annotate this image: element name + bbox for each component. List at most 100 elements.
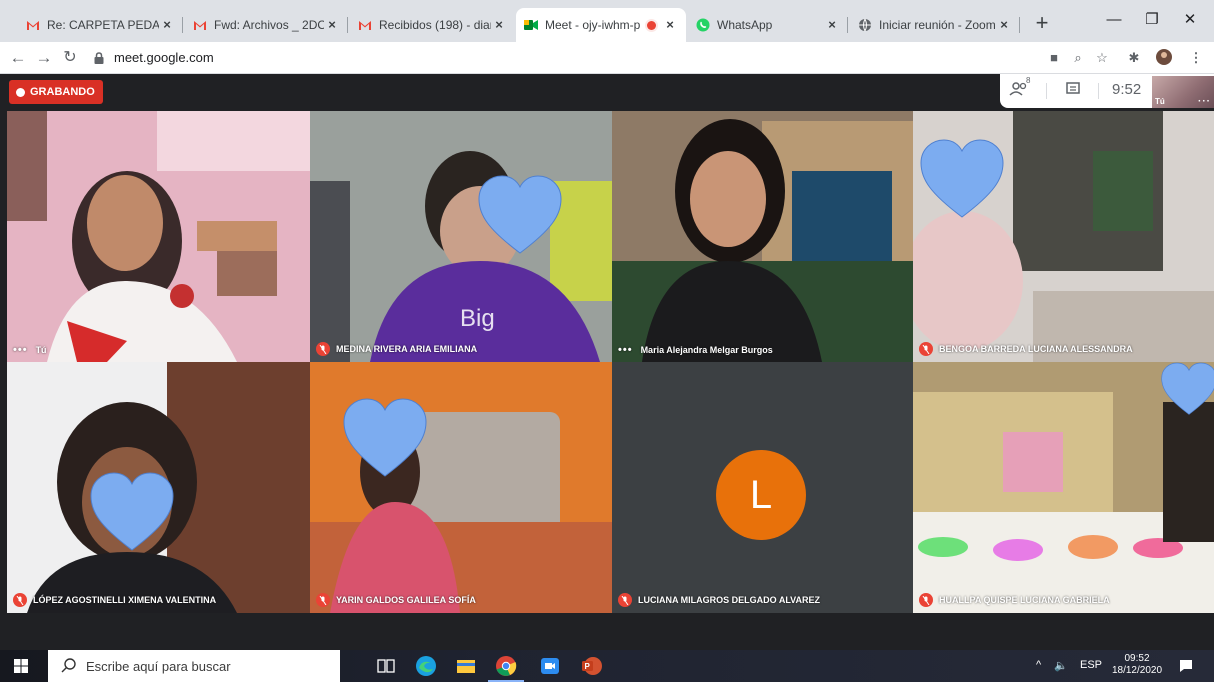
chrome-icon[interactable] [494,654,518,678]
forward-button[interactable]: → [32,46,56,70]
meet-top-controls: 8 9:52 Tú ··· [1000,74,1214,108]
tab-gmail-recibidos[interactable]: Recibidos (198) - diana × [350,8,515,42]
new-tab-button[interactable]: + [1028,10,1056,38]
language-indicator[interactable]: ESP [1080,659,1102,671]
tab-separator [347,17,348,33]
participant-tile[interactable]: YARIN GALDOS GALILEA SOFÍA [310,362,612,613]
url-field[interactable]: meet.google.com [114,50,214,65]
participant-name: YARIN GALDOS GALILEA SOFÍA [316,593,476,607]
close-window-button[interactable]: ✕ [1172,6,1208,34]
heart-icon [343,398,427,477]
avatar: L [716,450,806,540]
video-frame [7,111,310,362]
tab-meet[interactable]: Meet - ojy-iwhm-p × [516,8,686,42]
search-placeholder: Escribe aquí para buscar [86,659,231,674]
restore-button[interactable]: ❐ [1134,6,1170,34]
edge-icon[interactable] [414,654,438,678]
taskbar-search[interactable]: Escribe aquí para buscar [48,650,340,682]
participant-name-text: BENGOA BARREDA LUCIANA ALESSANDRA [939,344,1133,354]
participant-name-text: LÓPEZ AGOSTINELLI XIMENA VALENTINA [33,595,217,605]
back-button[interactable]: ← [6,46,30,70]
menu-icon[interactable]: ⋮ [1186,48,1206,68]
more-options-icon[interactable]: ··· [1198,96,1211,107]
tab-separator [847,17,848,33]
gmail-icon [193,18,207,32]
tab-gmail-fwd[interactable]: Fwd: Archivos _ 2DO. F × [185,8,348,42]
close-icon[interactable]: × [996,17,1012,33]
notifications-icon[interactable] [1178,658,1194,674]
recording-badge: GRABANDO [9,80,103,104]
participant-tile[interactable]: Big MEDINA RIVERA ARIA EMILIANA [310,111,612,362]
mic-off-icon [316,593,330,607]
video-frame [612,111,913,362]
participant-name: HUALLPA QUISPE LUCIANA GABRIELA [919,593,1110,607]
participant-tile[interactable]: LÓPEZ AGOSTINELLI XIMENA VALENTINA [7,362,310,613]
tab-zoom[interactable]: Iniciar reunión - Zoom × [850,8,1020,42]
divider [1046,83,1047,99]
file-explorer-icon[interactable] [454,654,478,678]
participant-tile[interactable]: BENGOA BARREDA LUCIANA ALESSANDRA [913,111,1214,362]
more-options-icon[interactable]: ••• [618,344,633,356]
participant-tile[interactable]: ••• Tú [7,111,310,362]
close-icon[interactable]: × [159,17,175,33]
whatsapp-icon [696,18,710,32]
mic-off-icon [919,342,933,356]
more-options-icon[interactable]: ••• [13,344,28,356]
reload-button[interactable]: ↻ [58,46,82,70]
tab-gmail-carpeta[interactable]: Re: CARPETA PEDAGOG × [18,8,183,42]
participant-tile[interactable]: HUALLPA QUISPE LUCIANA GABRIELA [913,362,1214,613]
zoom-icon[interactable]: ⌕ [1068,48,1088,68]
search-icon [61,658,76,673]
heart-icon [1161,362,1214,415]
mic-off-icon [316,342,330,356]
close-icon[interactable]: × [824,17,840,33]
mic-off-icon [13,593,27,607]
chat-icon[interactable] [1062,81,1084,101]
meet-stage: GRABANDO 8 9:52 Tú ··· ••• Tú Big MEDINA… [0,74,1214,650]
camera-app-icon[interactable] [538,654,562,678]
participant-name-text: Tú [35,345,47,355]
gmail-icon [358,18,372,32]
participant-name: BENGOA BARREDA LUCIANA ALESSANDRA [919,342,1133,356]
participant-tile[interactable]: ••• Maria Alejandra Melgar Burgos [612,111,913,362]
lock-icon [94,52,104,64]
volume-icon[interactable]: 🔈 [1054,659,1068,672]
clock-time: 09:52 [1124,653,1150,664]
heart-icon [478,175,562,254]
participant-name: ••• Maria Alejandra Melgar Burgos [618,344,773,356]
tab-whatsapp[interactable]: WhatsApp × [688,8,848,42]
profile-avatar[interactable] [1154,48,1174,68]
camera-icon[interactable]: ■ [1044,48,1064,68]
tab-separator [1019,17,1020,33]
participant-tile[interactable]: L LUCIANA MILAGROS DELGADO ALVAREZ [612,362,913,613]
tab-title: Meet - ojy-iwhm-p [545,18,641,32]
recording-dot-icon [647,20,656,30]
participant-name-text: MEDINA RIVERA ARIA EMILIANA [336,344,478,354]
minimize-button[interactable]: — [1096,6,1132,34]
recording-label: GRABANDO [30,86,95,98]
participant-name-text: YARIN GALDOS GALILEA SOFÍA [336,595,476,605]
video-frame: Big [310,111,612,362]
self-label: Tú [1155,97,1165,106]
self-view-thumbnail[interactable]: Tú ··· [1152,76,1214,108]
extensions-icon[interactable]: ✱ [1124,48,1144,68]
star-icon[interactable]: ☆ [1092,48,1112,68]
close-icon[interactable]: × [662,17,678,33]
tab-separator [182,17,183,33]
show-hidden-icons[interactable]: ^ [1036,659,1041,671]
powerpoint-icon[interactable]: P [580,654,604,678]
clock-date: 18/12/2020 [1111,665,1163,676]
recording-dot-icon [16,87,25,97]
participant-name-text: HUALLPA QUISPE LUCIANA GABRIELA [939,595,1110,605]
close-icon[interactable]: × [491,17,507,33]
tab-title: Recibidos (198) - diana [379,18,491,32]
close-icon[interactable]: × [324,17,340,33]
system-clock[interactable]: 09:52 18/12/2020 [1108,653,1166,677]
windows-start-icon[interactable] [14,659,28,673]
tab-strip: Re: CARPETA PEDAGOG × Fwd: Archivos _ 2D… [0,0,1214,42]
task-view-icon[interactable] [374,654,398,678]
heart-icon [90,472,174,551]
mic-off-icon [919,593,933,607]
participant-name: LÓPEZ AGOSTINELLI XIMENA VALENTINA [13,593,216,607]
participant-name: LUCIANA MILAGROS DELGADO ALVAREZ [618,593,820,607]
